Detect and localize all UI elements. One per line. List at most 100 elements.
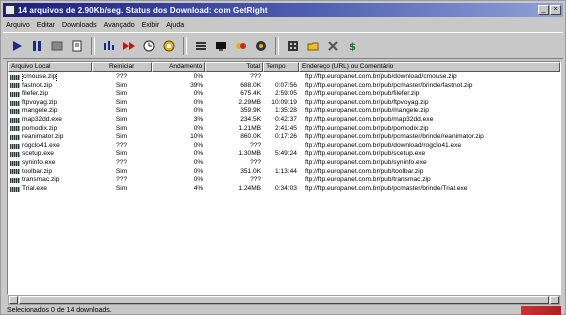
table-row[interactable]: filefer.zip Sim 0% 675.4K 2:59:05 ftp://ftp.e… <box>8 90 560 99</box>
row-url: ftp://ftp.europanet.com.br/pub/download/… <box>304 141 462 149</box>
schedule-icon[interactable] <box>161 38 177 54</box>
file-icon <box>10 126 20 132</box>
tools-icon[interactable] <box>325 38 341 54</box>
transfer-icon[interactable] <box>233 38 249 54</box>
table-row[interactable]: map32dd.exe Sim 3% 234.5K 0:42:37 ftp://ftp.e… <box>8 116 560 125</box>
row-total: 234.5K <box>240 115 262 123</box>
clock-icon[interactable] <box>141 38 157 54</box>
row-url: ftp://ftp.europanet.com.br/pub/download/… <box>304 73 457 80</box>
window-title: 14 arquivos de 2.90Kb/seg. Status dos Do… <box>18 5 268 15</box>
row-file: map32dd.exe <box>22 115 62 123</box>
row-total: ??? <box>250 141 262 149</box>
menu-arquivo[interactable]: Arquivo <box>6 22 30 29</box>
folder-icon[interactable] <box>305 38 321 54</box>
table-row[interactable]: rogclo41.exe??? 0%??? ftp://ftp.europanet.… <box>8 142 560 151</box>
menu-downloads[interactable]: Downloads <box>62 22 97 29</box>
toolbar-separator <box>275 36 279 55</box>
row-progress: 0% <box>193 90 204 98</box>
table-row[interactable]: mangele.zip Sim 0% 359.9K 1:35:28 ftp://ftp.e… <box>8 107 560 116</box>
table-row[interactable]: pomodix.zip Sim 0% 1.21MB 2:41:45 ftp://ftp.e… <box>8 125 560 134</box>
column-header-andamento[interactable]: Andamento <box>151 62 206 72</box>
file-icon <box>10 83 20 89</box>
menu-avancado[interactable]: Avançado <box>104 22 135 29</box>
list-icon[interactable] <box>193 38 209 54</box>
toolbar-separator <box>91 36 95 55</box>
minimize-button[interactable]: _ <box>538 5 549 15</box>
row-file: ftpvoyag.zip <box>22 98 58 106</box>
row-resume: Sim <box>115 184 128 192</box>
row-file: rogclo41.exe <box>22 141 60 149</box>
table-row[interactable]: toolbar.zip Sim 0% 351.0K 1:13:44 ftp://ftp.e… <box>8 168 560 177</box>
options-icon[interactable] <box>101 38 117 54</box>
row-time: 1:13:44 <box>274 167 297 175</box>
pause-icon[interactable] <box>29 38 45 54</box>
row-file: fastnot.zip <box>22 81 53 89</box>
row-resume: ??? <box>116 141 128 149</box>
row-url: ftp://ftp.europanet.com.br/pub/ftpvoyag.… <box>304 98 429 106</box>
file-icon <box>10 177 20 183</box>
row-time: 0:34:03 <box>274 184 297 192</box>
page-icon[interactable] <box>69 38 85 54</box>
table-row[interactable]: scetup.exe Sim 0% 1.30MB 5:49:24 ftp://ftp.eu… <box>8 150 560 159</box>
fast-forward-icon[interactable] <box>121 38 137 54</box>
menu-editar[interactable]: Editar <box>37 22 55 29</box>
row-url: ftp://ftp.europanet.com.br/pub/mangele.z… <box>304 107 429 115</box>
row-progress: 0% <box>193 141 204 149</box>
row-url: ftp://ftp.europanet.com.br/pub/scetup.ex… <box>304 150 426 158</box>
status-bar: Selecionados 0 de 14 downloads. <box>3 306 563 315</box>
row-time: 2:59:05 <box>274 90 297 98</box>
column-header-endereco[interactable]: Endereço (URL) ou Comentário <box>299 62 560 72</box>
play-icon[interactable] <box>9 38 25 54</box>
table-row[interactable]: transmac.zip??? 0%??? ftp://ftp.europanet.… <box>8 176 560 185</box>
row-time: 0:17:26 <box>274 133 297 141</box>
title-bar[interactable]: 14 arquivos de 2.90Kb/seg. Status dos Do… <box>3 3 563 17</box>
row-progress: 0% <box>193 158 204 166</box>
row-url: ftp://ftp.europanet.com.br/pub/pcmaster/… <box>304 133 484 141</box>
row-total: 1.24MB <box>238 184 262 192</box>
row-resume: Sim <box>115 107 128 115</box>
row-total: 675.4K <box>240 90 262 98</box>
row-url: ftp://ftp.europanet.com.br/pub/pomodix.z… <box>304 124 429 132</box>
column-header-reiniciar[interactable]: Reiniciar <box>91 62 152 72</box>
row-total: 1.21MB <box>238 124 262 132</box>
list-header: Arquivo Local Reiniciar Andamento Total … <box>8 62 560 72</box>
row-total: ??? <box>250 73 262 80</box>
row-file: transmac.zip <box>22 176 60 184</box>
table-row[interactable]: reanimator.zip Sim 10% 860.0K 0:17:26 ftp://f… <box>8 133 560 142</box>
column-header-arquivo-local[interactable]: Arquivo Local <box>8 62 92 72</box>
row-time: 10:09:19 <box>271 98 297 106</box>
row-url: ftp://ftp.europanet.com.br/pub/pcmaster/… <box>304 184 468 192</box>
scroll-left-button[interactable] <box>9 296 18 304</box>
table-row[interactable]: cmouse.zip??? 0%??? ftp://ftp.europanet.co… <box>8 73 560 82</box>
row-total: 860.0K <box>240 133 262 141</box>
table-row[interactable]: fastnot.zip Sim 39% 688.0K 0:07:56 ftp://ftp.… <box>8 82 560 91</box>
file-icon <box>10 91 20 97</box>
stop-icon[interactable] <box>49 38 65 54</box>
row-file: reanimator.zip <box>22 133 64 141</box>
row-file: toolbar.zip <box>22 167 53 175</box>
grid-icon[interactable] <box>285 38 301 54</box>
status-text: Selecionados 0 de 14 downloads. <box>7 307 112 314</box>
table-row[interactable]: Trial.exe Sim 4% 1.24MB 0:34:03 ftp://ftp.eur… <box>8 185 560 194</box>
row-time <box>263 142 299 151</box>
table-row[interactable]: ftpvoyag.zip Sim 0% 2.29MB 10:09:19 ftp://ftp… <box>8 99 560 108</box>
column-header-tempo[interactable]: Tempo <box>263 62 299 72</box>
scroll-thumb[interactable] <box>19 296 549 304</box>
menu-ajuda[interactable]: Ajuda <box>166 22 184 29</box>
column-header-total[interactable]: Total <box>205 62 264 72</box>
monitor-icon[interactable] <box>213 38 229 54</box>
row-progress: 0% <box>193 176 204 184</box>
row-resume: Sim <box>115 98 128 106</box>
close-button[interactable]: × <box>550 5 561 15</box>
row-progress: 0% <box>193 167 204 175</box>
row-progress: 0% <box>193 73 204 80</box>
row-total: ??? <box>250 158 262 166</box>
table-row[interactable]: syninfo.exe??? 0%??? ftp://ftp.europanet.c… <box>8 159 560 168</box>
menu-exibir[interactable]: Exibir <box>142 22 160 29</box>
dollar-icon[interactable]: $ <box>345 38 361 54</box>
row-resume: ??? <box>116 158 128 166</box>
file-icon <box>10 117 20 123</box>
settings-icon[interactable] <box>253 38 269 54</box>
scroll-right-button[interactable] <box>550 296 559 304</box>
horizontal-scrollbar[interactable] <box>8 295 560 305</box>
